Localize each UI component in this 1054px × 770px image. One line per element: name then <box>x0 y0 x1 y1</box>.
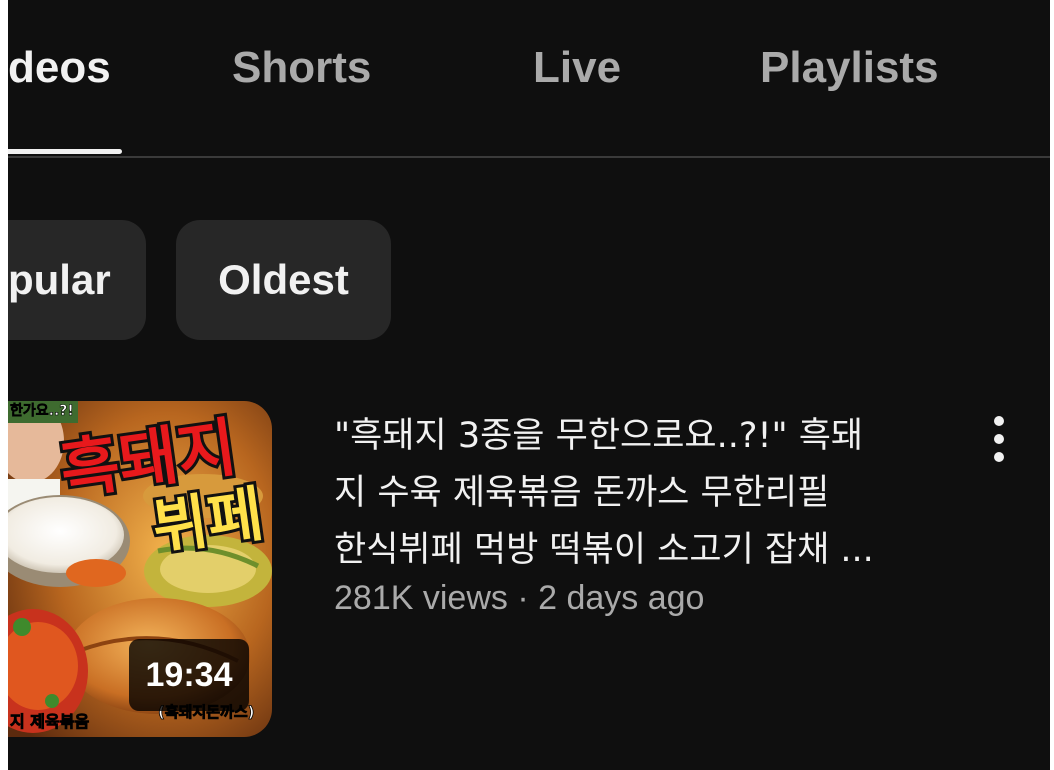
tab-videos[interactable]: deos <box>8 40 111 96</box>
video-title[interactable]: "흑돼지 3종을 무한으로요..?!" 흑돼 지 수육 제육볶음 돈까스 무한리… <box>334 408 954 579</box>
duration-badge: 19:34 <box>129 639 249 711</box>
tab-divider <box>8 156 1050 158</box>
chip-oldest[interactable]: Oldest <box>176 220 391 340</box>
tab-live[interactable]: Live <box>533 40 621 96</box>
thumbnail-caption-bottom-left: 지 제육볶음 <box>10 712 89 731</box>
video-thumbnail[interactable]: 흑돼지 흑돼지 뷔페 뷔페 한가요..?! 지 제육볶음 (흑돼지돈까스) 19… <box>8 401 272 737</box>
right-edge-strip <box>1050 0 1054 770</box>
chip-popular[interactable]: pular <box>8 220 146 340</box>
video-meta: 281K views · 2 days ago <box>334 579 705 617</box>
tab-shorts[interactable]: Shorts <box>232 40 371 96</box>
active-tab-indicator <box>8 149 122 154</box>
thumbnail-caption-top: 한가요..?! <box>10 403 74 419</box>
more-options-button[interactable] <box>978 406 1022 470</box>
left-edge-strip <box>0 0 8 770</box>
tab-playlists[interactable]: Playlists <box>760 40 939 96</box>
